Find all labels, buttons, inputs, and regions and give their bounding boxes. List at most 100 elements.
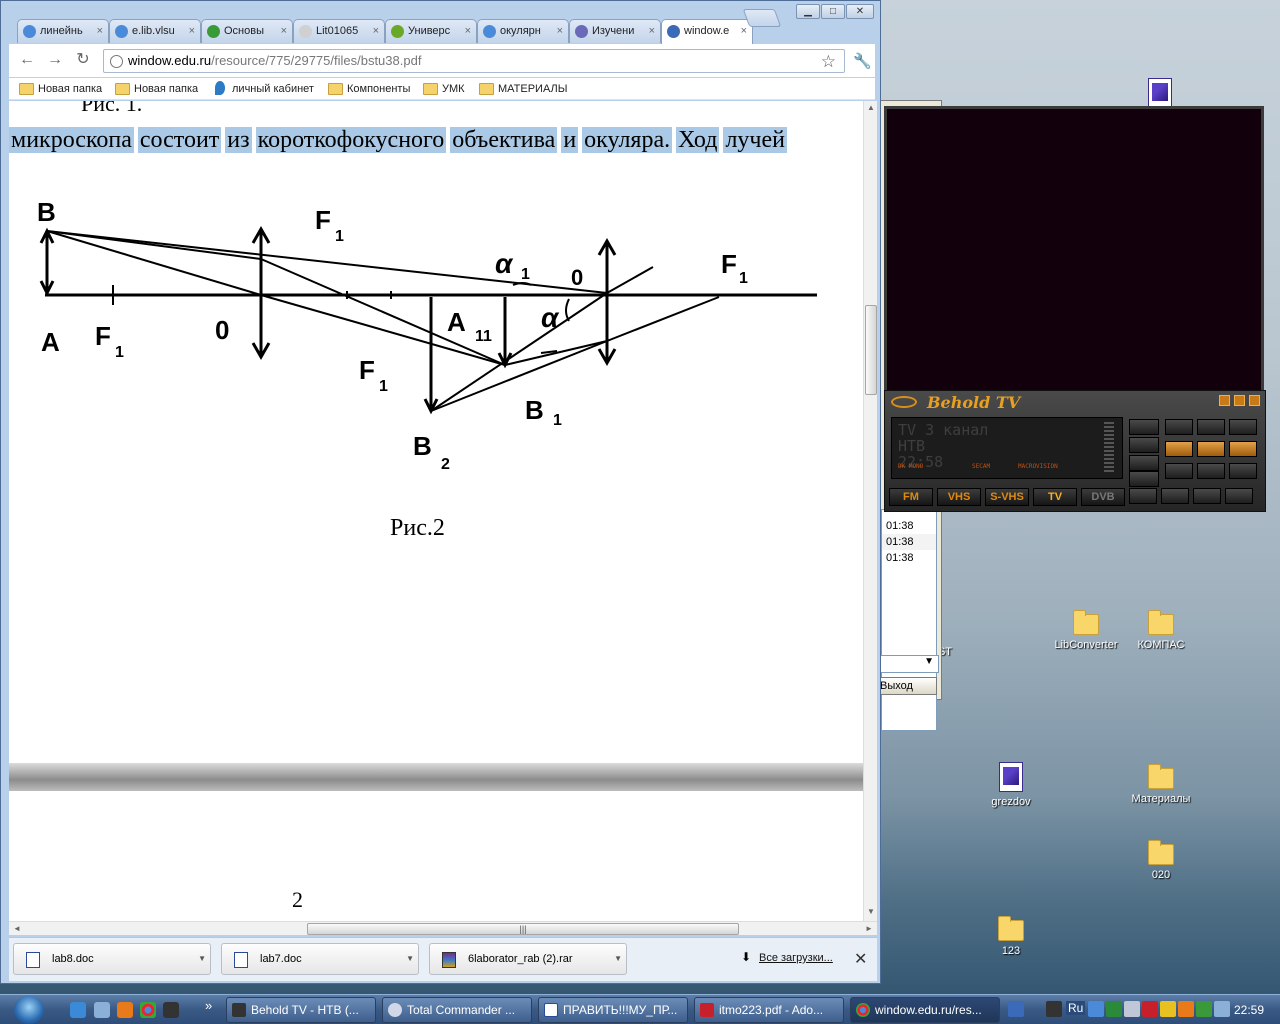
- command-combo[interactable]: ▼: [877, 655, 939, 673]
- wrench-icon[interactable]: 🔧: [853, 52, 872, 70]
- chevron-down-icon[interactable]: ▼: [198, 944, 206, 974]
- antivirus-icon[interactable]: [1142, 1001, 1158, 1017]
- back-button[interactable]: ←: [17, 50, 37, 70]
- warning-icon[interactable]: [1160, 1001, 1176, 1017]
- tab-8-active[interactable]: window.e ×: [661, 19, 753, 44]
- bookmark-folder[interactable]: УМК: [423, 81, 465, 97]
- download-item[interactable]: lab7.doc ▼: [221, 943, 419, 975]
- mode-svhs-button[interactable]: S-VHS: [985, 488, 1029, 506]
- more-quicklaunch-icon[interactable]: »: [205, 998, 212, 1013]
- desktop-icon-libconverter[interactable]: LibConverter: [1046, 610, 1126, 651]
- close-icon[interactable]: ×: [741, 20, 747, 42]
- stop-button[interactable]: [1165, 463, 1193, 479]
- list-item[interactable]: 01:38: [882, 518, 936, 534]
- tab-4[interactable]: Lit01065 ×: [293, 19, 385, 43]
- record-button[interactable]: [1197, 419, 1225, 435]
- show-desktop-icon[interactable]: [94, 1002, 110, 1018]
- download-item[interactable]: 6laborator_rab (2).rar ▼: [429, 943, 627, 975]
- chevron-down-icon[interactable]: ▼: [406, 944, 414, 974]
- tab-6[interactable]: окулярн ×: [477, 19, 569, 43]
- bookmark-folder[interactable]: Новая папка: [115, 81, 198, 97]
- close-button[interactable]: ✕: [846, 4, 874, 19]
- language-indicator[interactable]: Ru: [1066, 1001, 1086, 1015]
- list-item[interactable]: 01:38: [882, 550, 936, 566]
- play-button[interactable]: [1229, 463, 1257, 479]
- vertical-scroll-thumb[interactable]: [865, 305, 877, 395]
- tab-5[interactable]: Универс ×: [385, 19, 477, 43]
- zona-icon[interactable]: [1106, 1001, 1122, 1017]
- reload-button[interactable]: ↻: [73, 50, 93, 70]
- close-icon[interactable]: ×: [649, 20, 655, 42]
- channel-down-button[interactable]: [1129, 437, 1159, 453]
- maximize-button[interactable]: □: [821, 4, 845, 19]
- volume-down-button[interactable]: [1129, 471, 1159, 487]
- minimize-button[interactable]: ▁: [796, 4, 820, 19]
- scroll-right-icon[interactable]: ►: [865, 924, 873, 933]
- channel-up-button[interactable]: [1129, 419, 1159, 435]
- camera-button[interactable]: [1165, 441, 1193, 457]
- mode-vhs-button[interactable]: VHS: [937, 488, 981, 506]
- speaker-icon[interactable]: [1124, 1001, 1140, 1017]
- all-downloads-link[interactable]: Все загрузки...: [759, 952, 833, 964]
- network-icon[interactable]: [1088, 1001, 1104, 1017]
- snapshot-button[interactable]: [1229, 419, 1257, 435]
- save-button[interactable]: [1161, 488, 1189, 504]
- behold-tray-icon[interactable]: [1046, 1001, 1062, 1017]
- horizontal-scrollbar[interactable]: ◄ ||| ►: [9, 921, 877, 935]
- pause-button[interactable]: [1197, 463, 1225, 479]
- forward-button[interactable]: →: [45, 50, 65, 70]
- tab-7[interactable]: Изучени ×: [569, 19, 661, 43]
- close-icon[interactable]: ×: [373, 20, 379, 42]
- mode-tv-button[interactable]: TV: [1033, 488, 1077, 506]
- task-adobe-reader[interactable]: itmo223.pdf - Ado...: [694, 997, 844, 1023]
- close-icon[interactable]: ×: [465, 20, 471, 42]
- scroll-up-icon[interactable]: ▲: [867, 103, 875, 112]
- avast-tray-icon[interactable]: [1178, 1001, 1194, 1017]
- tv-video-area[interactable]: [884, 106, 1264, 390]
- bookmark-link[interactable]: личный кабинет: [213, 81, 314, 97]
- tab-1[interactable]: линейнь ×: [17, 19, 109, 43]
- expand-button[interactable]: [1225, 488, 1253, 504]
- chrome-icon[interactable]: [140, 1002, 156, 1018]
- download-item[interactable]: lab8.doc ▼: [13, 943, 211, 975]
- task-total-commander[interactable]: Total Commander ...: [382, 997, 532, 1023]
- file-list[interactable]: 01:38 01:38 01:38: [881, 509, 937, 731]
- exit-button[interactable]: Выход: [877, 677, 937, 695]
- close-icon[interactable]: ✕: [854, 949, 867, 969]
- list-item[interactable]: 01:38: [882, 534, 936, 550]
- star-icon[interactable]: ☆: [821, 51, 836, 73]
- task-behold-tv[interactable]: Behold TV - НТВ (...: [226, 997, 376, 1023]
- desktop-icon-grezdov[interactable]: grezdov: [971, 762, 1051, 808]
- clock[interactable]: 22:59: [1234, 997, 1264, 1023]
- avast-icon[interactable]: [117, 1002, 133, 1018]
- pdf-viewer[interactable]: Рис. 1. микроскопа состоит из короткофокусн…: [9, 101, 863, 921]
- task-word-document[interactable]: ПРАВИТЬ!!!МУ_ПР...: [538, 997, 688, 1023]
- desktop-icon-123[interactable]: 123: [971, 916, 1051, 957]
- rl-icon[interactable]: [1008, 1001, 1024, 1017]
- horizontal-scroll-thumb[interactable]: |||: [307, 923, 739, 935]
- close-icon[interactable]: ×: [557, 20, 563, 42]
- mode-fm-button[interactable]: FM: [889, 488, 933, 506]
- safely-remove-icon[interactable]: [1196, 1001, 1212, 1017]
- desktop-icon-materials[interactable]: Материалы: [1121, 764, 1201, 805]
- mute-button[interactable]: [1165, 419, 1193, 435]
- ie-icon[interactable]: [70, 1002, 86, 1018]
- new-tab-button[interactable]: [742, 9, 782, 27]
- tab-3[interactable]: Основы ×: [201, 19, 293, 43]
- flag-icon[interactable]: [1214, 1001, 1230, 1017]
- mode-dvb-button[interactable]: DVB: [1081, 488, 1125, 506]
- address-bar[interactable]: window.edu.ru/resource/775/29775/files/b…: [103, 49, 845, 73]
- desktop-icon-kompas[interactable]: КОМПАС: [1121, 610, 1201, 651]
- close-button[interactable]: [1249, 395, 1260, 406]
- bookmark-folder[interactable]: Новая папка: [19, 81, 102, 97]
- minimize-button[interactable]: [1234, 395, 1245, 406]
- scroll-left-icon[interactable]: ◄: [13, 924, 21, 933]
- folder-button[interactable]: [1229, 441, 1257, 457]
- bookmark-folder[interactable]: Компоненты: [328, 81, 410, 97]
- desktop-icon-020[interactable]: 020: [1121, 840, 1201, 881]
- settings-button[interactable]: [1129, 488, 1157, 504]
- scroll-down-icon[interactable]: ▼: [867, 907, 875, 916]
- close-icon[interactable]: ×: [189, 20, 195, 42]
- tab-2[interactable]: e.lib.vlsu ×: [109, 19, 201, 43]
- start-button[interactable]: [14, 996, 44, 1024]
